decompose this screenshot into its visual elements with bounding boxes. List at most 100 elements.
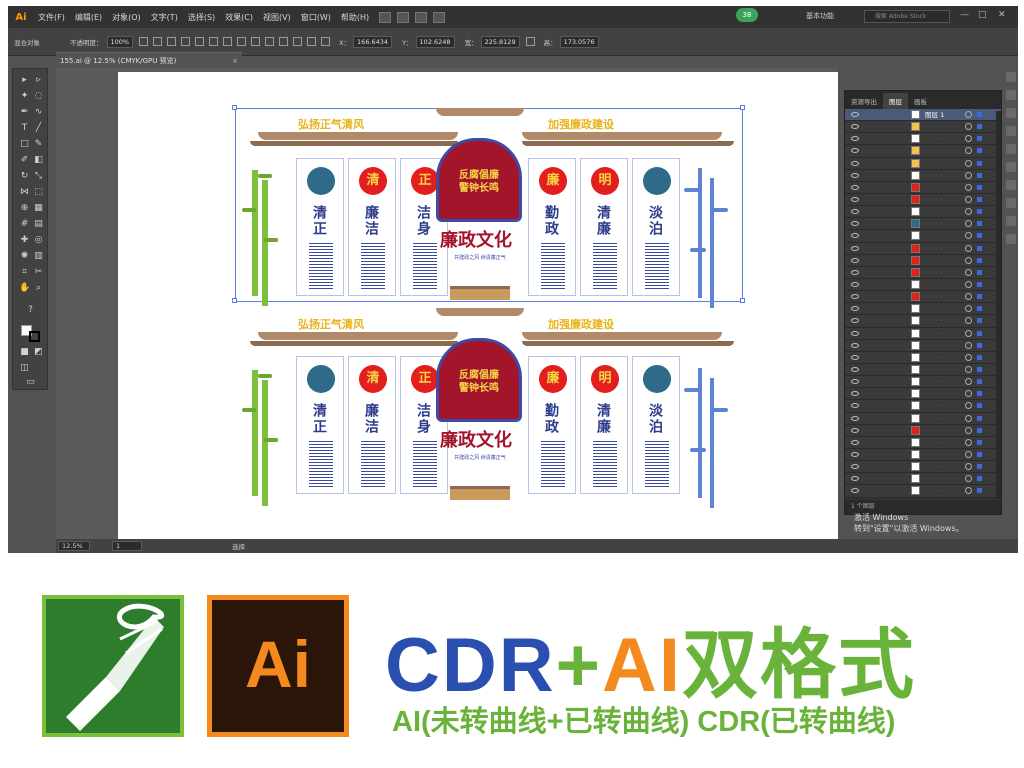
selection-indicator[interactable]: [977, 318, 982, 324]
slice-tool-icon[interactable]: ✂: [33, 267, 44, 278]
gpu-rocket-icon[interactable]: [433, 11, 446, 23]
curvature-tool-icon[interactable]: ∿: [33, 107, 44, 118]
culture-wall-top[interactable]: 弘扬正气清风 加强廉政建设 清正清廉洁正洁身廉勤政明清廉 淡泊 反腐倡廉 警钟长…: [118, 105, 838, 308]
selection-handle[interactable]: [740, 105, 745, 110]
layer-row[interactable]: · · · ·: [845, 448, 1001, 462]
eye-icon[interactable]: [851, 427, 859, 433]
rotate-tool-icon[interactable]: ↻: [19, 171, 30, 182]
layer-row[interactable]: · · · ·: [845, 339, 1001, 352]
eye-icon[interactable]: [851, 136, 859, 142]
target-icon[interactable]: [965, 123, 972, 131]
target-icon[interactable]: [965, 475, 972, 483]
help-icon[interactable]: ?: [25, 305, 36, 316]
swatches-panel-icon[interactable]: [1006, 90, 1016, 100]
target-icon[interactable]: [965, 438, 972, 446]
libraries-panel-icon[interactable]: [1006, 234, 1016, 244]
hand-tool-icon[interactable]: ✋: [19, 283, 30, 294]
layer-row[interactable]: · · · ·: [845, 133, 1001, 146]
selection-indicator[interactable]: [977, 379, 982, 385]
layer-row[interactable]: · · · ·: [845, 218, 1001, 231]
line-tool-icon[interactable]: ╱: [33, 123, 44, 134]
eye-icon[interactable]: [851, 245, 859, 251]
notification-badge[interactable]: 38: [736, 8, 758, 22]
layer-row[interactable]: · · · ·: [845, 388, 1001, 401]
layer-row[interactable]: · · · ·: [845, 169, 1001, 182]
selection-indicator[interactable]: [977, 476, 982, 482]
layer-row[interactable]: · · · ·: [845, 145, 1001, 158]
menu-view[interactable]: 视图(V): [263, 12, 291, 23]
document-tab[interactable]: 155.ai @ 12.5% (CMYK/GPU 预览) ×: [56, 52, 242, 68]
selection-indicator[interactable]: [977, 306, 982, 312]
target-icon[interactable]: [965, 305, 972, 313]
eye-icon[interactable]: [851, 306, 859, 312]
layer-row[interactable]: · · · ·: [845, 315, 1001, 328]
target-icon[interactable]: [965, 450, 972, 458]
target-icon[interactable]: [965, 426, 972, 434]
stroke-color-swatch[interactable]: [29, 331, 40, 342]
target-icon[interactable]: [965, 414, 972, 422]
target-icon[interactable]: [965, 463, 972, 471]
menu-file[interactable]: 文件(F): [38, 12, 65, 23]
magic-wand-tool-icon[interactable]: ✦: [19, 91, 30, 102]
target-icon[interactable]: [965, 195, 972, 203]
target-icon[interactable]: [965, 232, 972, 240]
color-panel-icon[interactable]: [1006, 72, 1016, 82]
selection-handle[interactable]: [740, 298, 745, 303]
selection-indicator[interactable]: [977, 148, 982, 154]
distribute-left-icon[interactable]: [279, 37, 289, 46]
layer-row[interactable]: · · · ·: [845, 400, 1001, 413]
layer-row[interactable]: · · · ·: [845, 121, 1001, 134]
selection-indicator[interactable]: [977, 209, 982, 215]
target-icon[interactable]: [965, 244, 972, 252]
target-icon[interactable]: [965, 402, 972, 410]
eye-icon[interactable]: [851, 330, 859, 336]
eye-icon[interactable]: [851, 148, 859, 154]
target-icon[interactable]: [965, 487, 972, 495]
selection-indicator[interactable]: [977, 172, 982, 178]
y-field[interactable]: 102.6248: [415, 35, 455, 48]
align-right-icon[interactable]: [181, 37, 191, 46]
selection-indicator[interactable]: [977, 136, 982, 142]
menu-type[interactable]: 文字(T): [151, 12, 178, 23]
color-mode-icon[interactable]: ■: [19, 347, 30, 358]
shaper-tool-icon[interactable]: ✐: [19, 155, 30, 166]
menu-window[interactable]: 窗口(W): [301, 12, 331, 23]
eye-icon[interactable]: [851, 391, 859, 397]
selection-indicator[interactable]: [977, 196, 982, 202]
maximize-icon[interactable]: □: [978, 10, 987, 20]
canvas[interactable]: 弘扬正气清风 加强廉政建设 清正清廉洁正洁身廉勤政明清廉 淡泊 反腐倡廉 警钟长…: [56, 68, 838, 540]
eye-icon[interactable]: [851, 318, 859, 324]
eye-icon[interactable]: [851, 439, 859, 445]
eye-icon[interactable]: [851, 342, 859, 348]
eyedropper-tool-icon[interactable]: ✚: [19, 235, 30, 246]
transform-icon[interactable]: [321, 37, 331, 46]
target-icon[interactable]: [965, 329, 972, 337]
shape-builder-tool-icon[interactable]: ⊕: [19, 203, 30, 214]
lasso-tool-icon[interactable]: ◌: [33, 91, 44, 102]
layer-row[interactable]: · · · ·: [845, 473, 1001, 486]
layer-row[interactable]: · · · ·: [845, 193, 1001, 207]
graphic-styles-panel-icon[interactable]: [1006, 216, 1016, 226]
gradient-tool-icon[interactable]: ▤: [33, 219, 44, 230]
eye-icon[interactable]: [851, 403, 859, 409]
layer-row[interactable]: · · · ·: [845, 376, 1001, 389]
target-icon[interactable]: [965, 208, 972, 216]
menu-select[interactable]: 选择(S): [188, 12, 215, 23]
selection-indicator[interactable]: [977, 330, 982, 336]
close-icon[interactable]: ✕: [998, 10, 1006, 20]
selection-handle[interactable]: [232, 105, 237, 110]
menu-help[interactable]: 帮助(H): [341, 12, 369, 23]
layer-row[interactable]: · · · ·: [845, 254, 1001, 267]
target-icon[interactable]: [965, 220, 972, 228]
eye-icon[interactable]: [851, 160, 859, 166]
layer-row[interactable]: · · · ·: [845, 424, 1001, 437]
target-icon[interactable]: [965, 341, 972, 349]
selection-indicator[interactable]: [977, 269, 982, 275]
workspace-switcher[interactable]: 基本功能: [806, 11, 834, 21]
layer-row[interactable]: · · · ·: [845, 461, 1001, 474]
tab-layers[interactable]: 图层: [883, 93, 908, 109]
selection-indicator[interactable]: [977, 281, 982, 287]
layer-row[interactable]: · · · ·: [845, 206, 1001, 219]
target-icon[interactable]: [965, 293, 972, 301]
menu-effect[interactable]: 效果(C): [225, 12, 253, 23]
